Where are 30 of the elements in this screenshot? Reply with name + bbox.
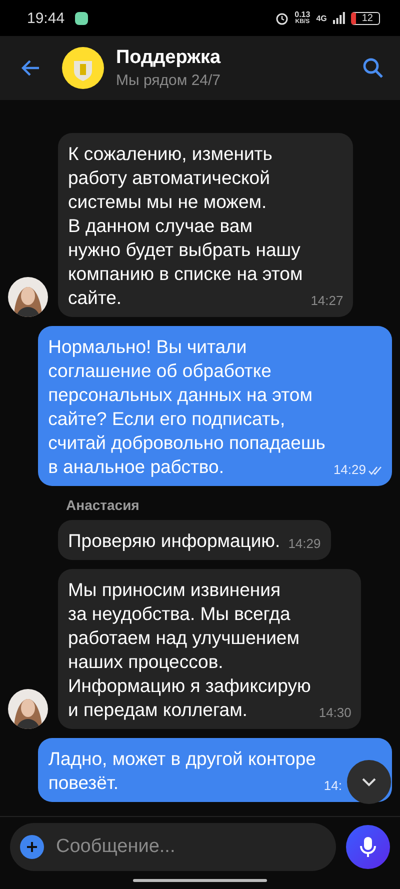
message-time: 14:27	[310, 292, 344, 310]
signal-icon	[332, 12, 345, 24]
message-field[interactable]: Сообщение...	[10, 823, 336, 871]
microphone-icon	[360, 836, 376, 858]
message-time: 14:29	[333, 461, 366, 479]
battery-level: 12	[350, 12, 380, 24]
network-speed: 0.13	[294, 10, 310, 18]
chat-subtitle: Мы рядом 24/7	[116, 72, 222, 89]
chat-title: Поддержка	[116, 47, 222, 69]
message-time: 14:29	[288, 535, 321, 553]
message-text: Мы приносим извинения за неудобства. Мы всегда работаем над улучшением наших процессов. Информацию я зафиксирую и передам коллегам.	[68, 578, 311, 722]
alarm-icon	[274, 11, 289, 25]
avatar	[8, 277, 48, 317]
plus-icon	[26, 841, 38, 853]
message-text: К сожалению, изменить работу автоматической системы мы не можем. В данном случае вам нужно будет выбрать нашу компанию в списке на этом сайте.	[68, 142, 303, 310]
message-time: 14:	[324, 777, 342, 795]
message-text: Нормально! Вы читали соглашение об обработке персональных данных на этом сайте? Если его подписать, считай добровольно попадаешь в анальное рабство.	[48, 335, 326, 479]
network-type: 4G	[316, 14, 327, 22]
logo-icon	[62, 47, 104, 89]
avatar	[8, 689, 48, 729]
sender-name: Анастасия	[66, 497, 140, 513]
attach-button[interactable]	[20, 835, 44, 859]
chevron-down-icon	[361, 777, 377, 787]
status-time: 19:44	[27, 10, 65, 26]
message-time: 14:30	[318, 704, 352, 722]
message-text: Ладно, может в другой конторе повезёт.	[48, 747, 316, 795]
message-text: Проверяю информацию.	[68, 529, 280, 553]
app-notification-icon	[74, 12, 88, 24]
voice-button[interactable]	[346, 825, 390, 869]
search-icon[interactable]	[362, 57, 384, 79]
